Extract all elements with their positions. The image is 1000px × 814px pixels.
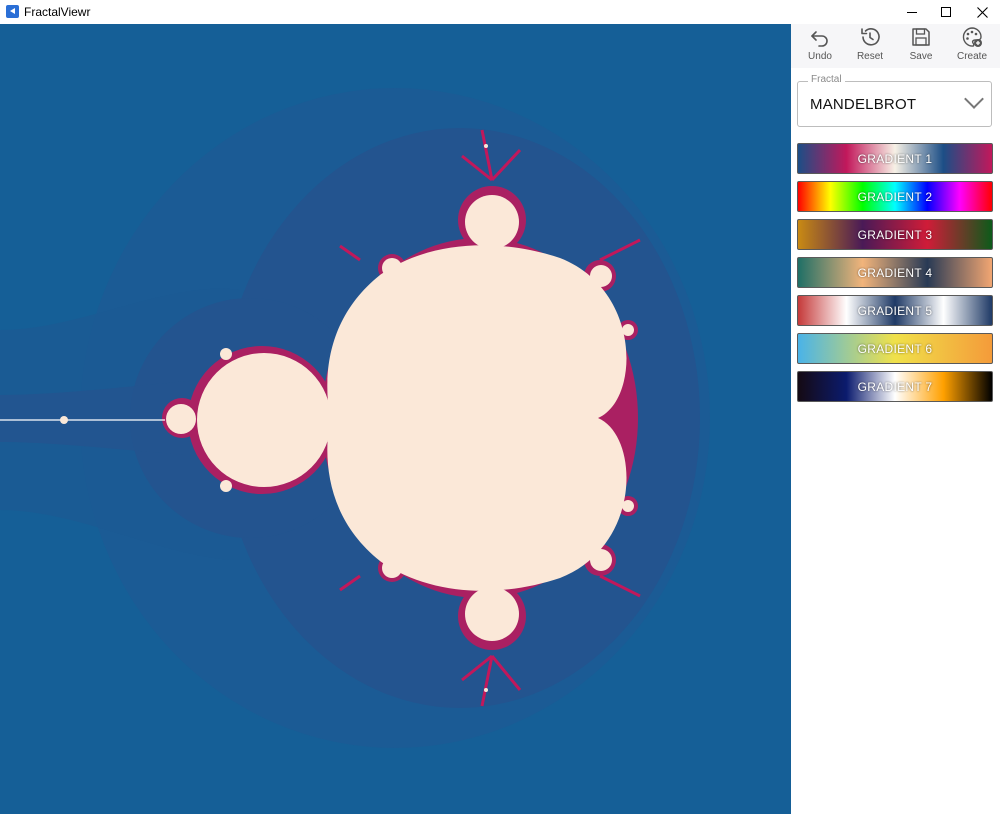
gradient-label: GRADIENT 4 — [857, 265, 933, 280]
gradient-label: GRADIENT 3 — [857, 227, 933, 242]
save-label: Save — [909, 51, 933, 62]
gradient-button-2[interactable]: GRADIENT 2 — [797, 181, 993, 212]
create-button[interactable]: Create — [950, 26, 994, 66]
fractal-dropdown-label: Fractal — [808, 74, 845, 85]
close-icon — [976, 6, 988, 18]
gradient-label: GRADIENT 5 — [857, 303, 933, 318]
create-label: Create — [956, 51, 987, 62]
fractal-canvas[interactable] — [0, 24, 791, 814]
gradient-label: GRADIENT 1 — [857, 151, 933, 166]
gradient-label: GRADIENT 6 — [857, 341, 933, 356]
title-bar: FractalViewr — [0, 0, 1000, 24]
gradient-button-6[interactable]: GRADIENT 6 — [797, 333, 993, 364]
gradient-button-3[interactable]: GRADIENT 3 — [797, 219, 993, 250]
minimize-button[interactable] — [894, 0, 930, 24]
save-button[interactable]: Save — [899, 26, 943, 66]
side-panel: Undo Reset Save Create Fractal MANDELBRO… — [791, 24, 1000, 814]
save-icon — [912, 28, 930, 46]
chevron-down-icon — [964, 89, 984, 109]
gradient-button-1[interactable]: GRADIENT 1 — [797, 143, 993, 174]
gradient-button-7[interactable]: GRADIENT 7 — [797, 371, 993, 402]
toolbar: Undo Reset Save Create — [791, 24, 1000, 68]
history-icon — [861, 28, 880, 46]
reset-label: Reset — [856, 51, 884, 62]
fractal-dropdown[interactable]: Fractal MANDELBROT — [797, 74, 992, 127]
reset-button[interactable]: Reset — [848, 26, 892, 66]
undo-label: Undo — [808, 51, 832, 62]
window-title: FractalViewr — [24, 5, 91, 19]
gradient-label: GRADIENT 7 — [857, 379, 933, 394]
gradient-button-4[interactable]: GRADIENT 4 — [797, 257, 993, 288]
undo-button[interactable]: Undo — [798, 26, 842, 66]
mandelbrot-render — [0, 88, 710, 748]
minimize-icon — [907, 11, 917, 13]
maximize-button[interactable] — [928, 0, 964, 24]
app-icon — [6, 5, 19, 18]
close-button[interactable] — [964, 0, 1000, 24]
palette-add-icon — [962, 27, 982, 47]
gradient-button-5[interactable]: GRADIENT 5 — [797, 295, 993, 326]
undo-icon — [811, 31, 828, 47]
maximize-icon — [941, 7, 951, 17]
gradient-label: GRADIENT 2 — [857, 189, 933, 204]
fractal-dropdown-value: MANDELBROT — [810, 96, 917, 113]
